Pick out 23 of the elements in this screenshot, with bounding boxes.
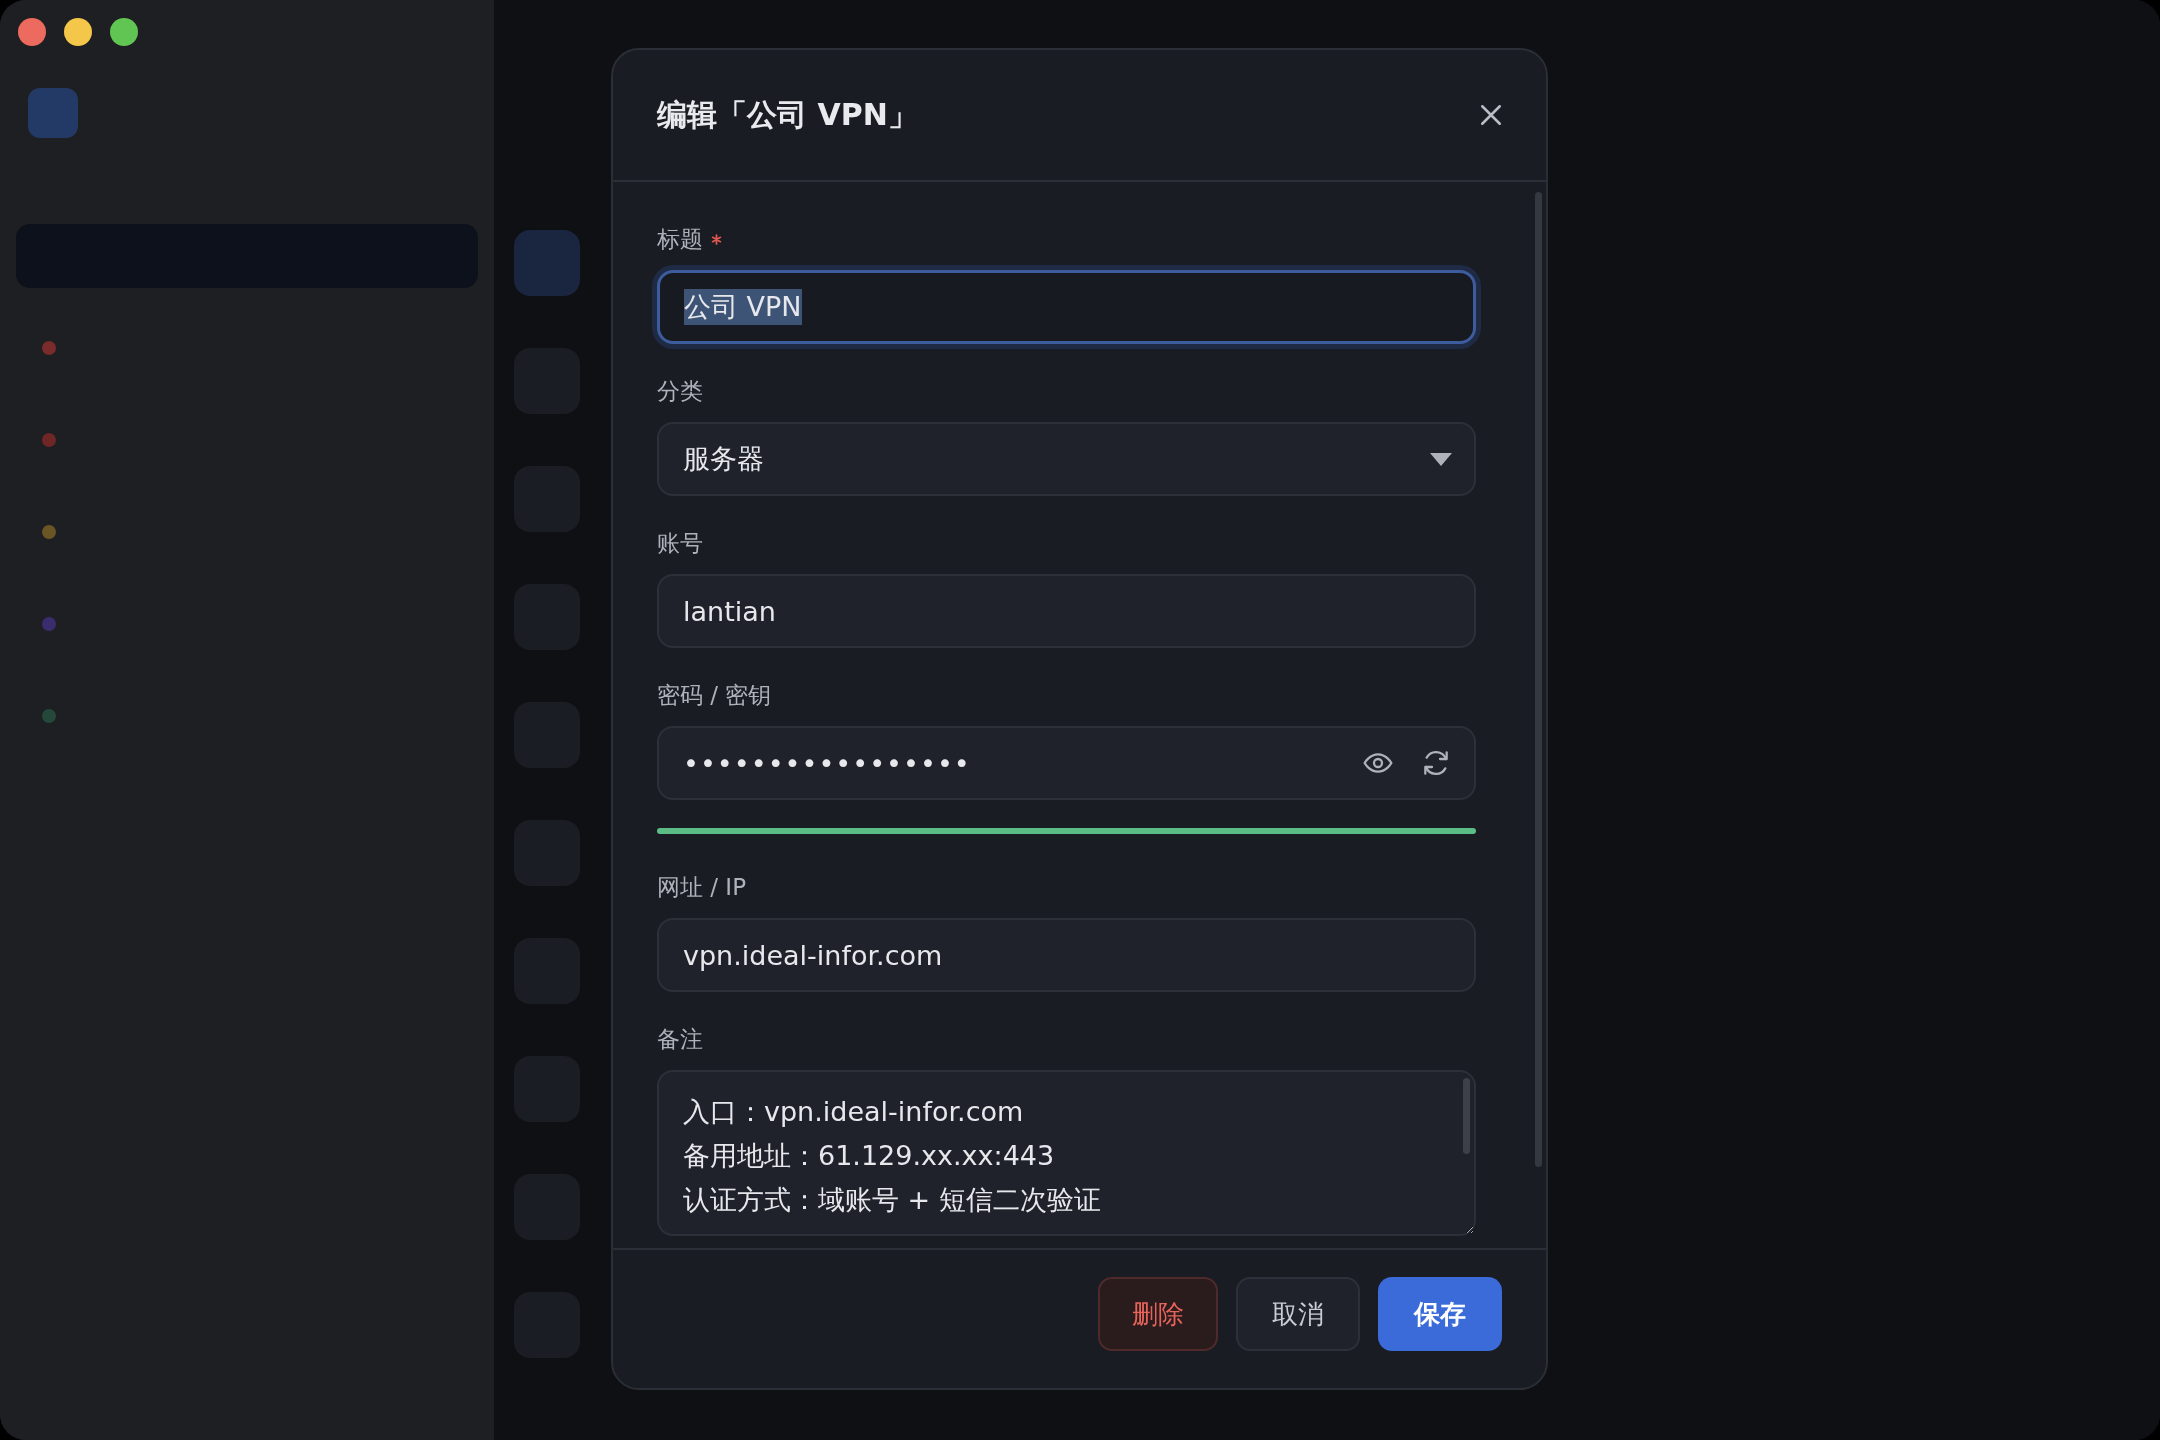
window-close-button[interactable] — [18, 18, 46, 46]
field-label: 分类 — [657, 376, 703, 406]
field-label: 网址 / IP — [657, 872, 747, 902]
field-label: 备注 — [657, 1024, 703, 1054]
password-field[interactable]: ••••••••••••••••• — [657, 726, 1476, 800]
text-field[interactable]: vpn.ideal-infor.com — [657, 918, 1476, 992]
select-field[interactable]: 服务器 — [657, 422, 1476, 496]
scrollbar-thumb[interactable] — [1535, 192, 1542, 1167]
entry-icon — [514, 230, 580, 296]
field-label: 账号 — [657, 528, 703, 558]
text-field[interactable]: lantian — [657, 574, 1476, 648]
notes-field[interactable]: 入口：vpn.ideal-infor.com 备用地址：61.129.xx.xx:443 认证方式：域账号 + 短信二次验证 — [657, 1070, 1476, 1236]
caret-icon — [1430, 452, 1452, 466]
field-label: 密码 / 密钥 — [657, 680, 772, 710]
window-minimize-button[interactable] — [64, 18, 92, 46]
delete-button[interactable]: 删除 — [1098, 1277, 1218, 1351]
cancel-button[interactable]: 取消 — [1236, 1277, 1360, 1351]
save-button[interactable]: 保存 — [1378, 1277, 1502, 1351]
app-logo-icon — [28, 88, 78, 138]
dialog-title: 编辑「公司 VPN」 — [657, 95, 918, 134]
window-zoom-button[interactable] — [110, 18, 138, 46]
scrollbar-thumb[interactable] — [1463, 1078, 1470, 1154]
field-label: 标题 — [657, 224, 703, 254]
